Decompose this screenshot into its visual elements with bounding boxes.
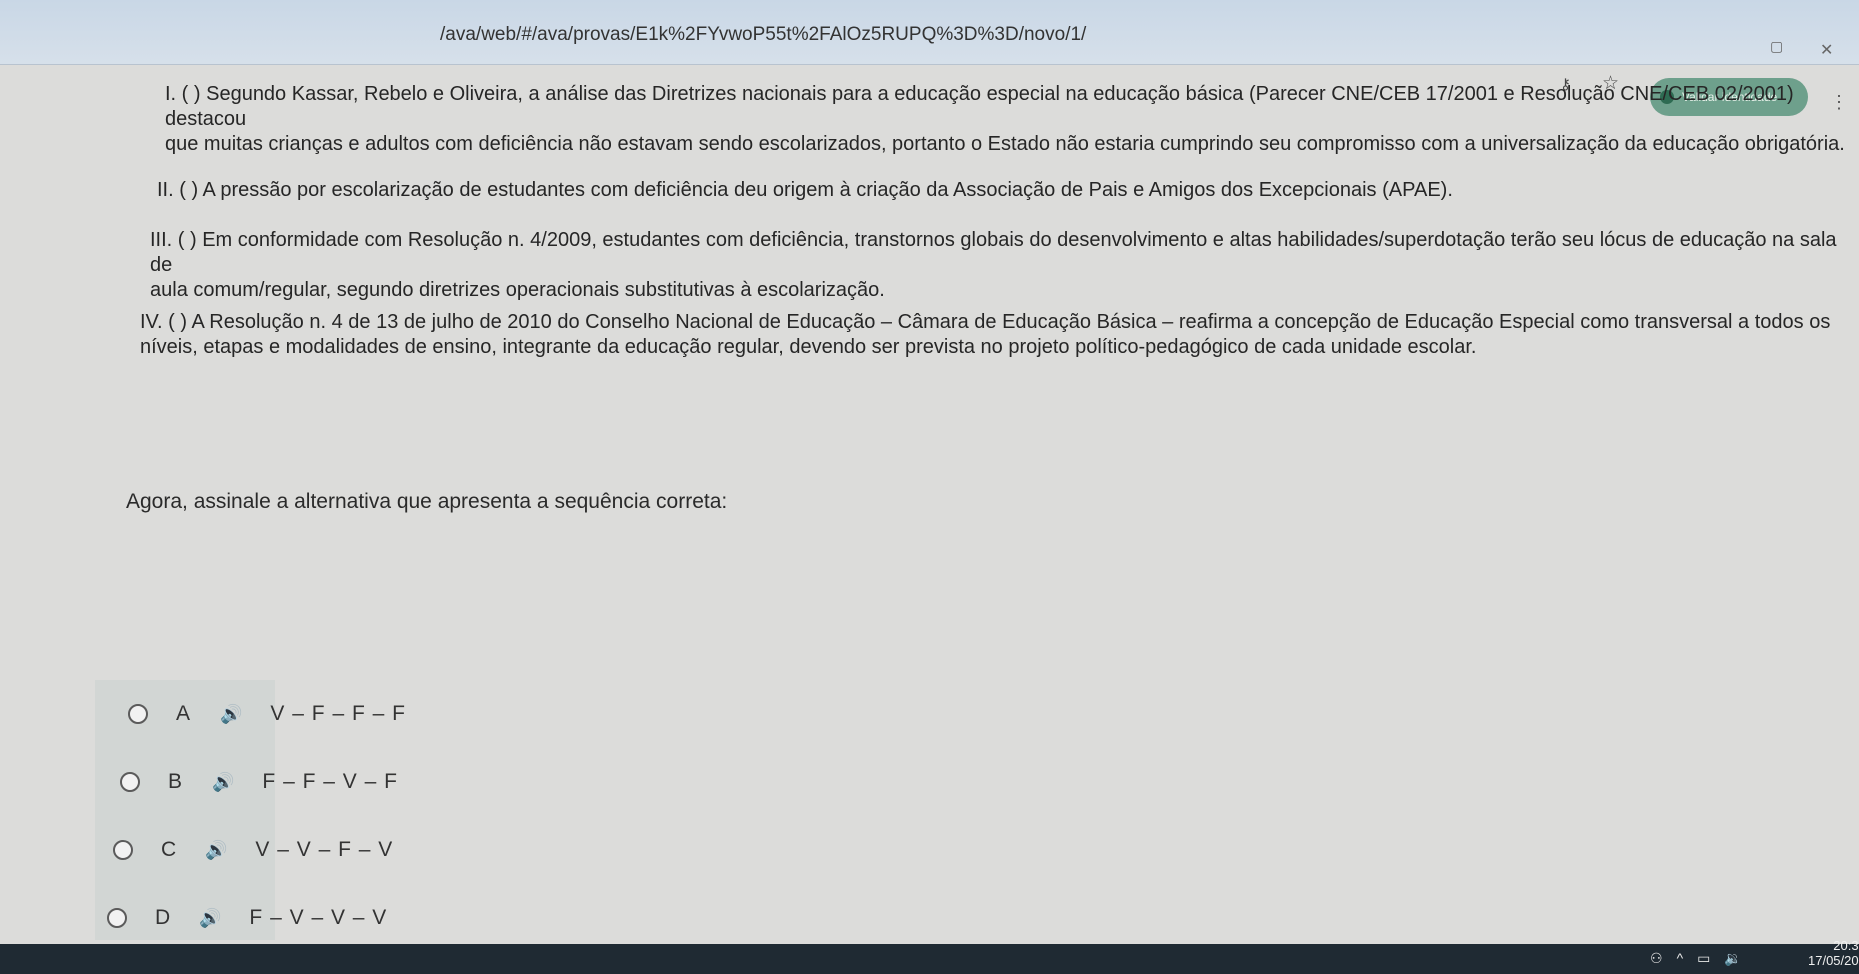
option-text: F – V – V – V [249,906,388,929]
speaker-icon[interactable]: 🔊 [220,704,242,725]
os-taskbar [0,944,1859,974]
radio-button[interactable] [120,772,140,792]
question-item-4: IV. ( ) A Resolução n. 4 de 13 de julho … [140,310,1840,360]
question-text: I. ( ) Segundo Kassar, Rebelo e Oliveira… [165,83,1794,130]
option-a[interactable]: A 🔊 V – F – F – F [128,702,406,726]
option-b[interactable]: B 🔊 F – F – V – F [120,770,398,794]
browser-toolbar: /ava/web/#/ava/provas/E1k%2FYvwoP55t%2FA… [0,0,1859,65]
question-item-2: II. ( ) A pressão por escolarização de e… [157,178,1847,203]
question-text: III. ( ) Em conformidade com Resolução n… [150,229,1837,276]
option-c[interactable]: C 🔊 V – V – F – V [113,838,393,862]
question-text: IV. ( ) A Resolução n. 4 de 13 de julho … [140,311,1831,333]
clock-time: 20:30 [1833,938,1859,953]
taskbar-clock[interactable]: 20:30 17/05/202 [1808,938,1859,968]
option-letter: C [161,838,177,861]
question-text-continued: níveis, etapas e modalidades de ensino, … [140,336,1477,358]
option-letter: B [168,770,183,793]
volume-icon[interactable]: 🔉 [1724,950,1741,967]
radio-button[interactable] [107,908,127,928]
option-d[interactable]: D 🔊 F – V – V – V [107,906,387,930]
option-letter: A [176,702,191,725]
question-text-continued: aula comum/regular, segundo diretrizes o… [150,279,885,301]
speaker-icon[interactable]: 🔊 [205,840,227,861]
system-tray: ⚇ ^ ▭ 🔉 [1650,950,1742,967]
people-icon[interactable]: ⚇ [1650,950,1663,967]
question-text-continued: que muitas crianças e adultos com defici… [165,133,1845,155]
question-item-1: I. ( ) Segundo Kassar, Rebelo e Oliveira… [165,82,1845,157]
option-text: F – F – V – F [262,770,398,793]
question-item-3: III. ( ) Em conformidade com Resolução n… [150,228,1840,303]
clock-date: 17/05/202 [1808,953,1859,968]
radio-button[interactable] [128,704,148,724]
speaker-icon[interactable]: 🔊 [199,908,221,929]
option-letter: D [155,906,171,929]
address-bar-url[interactable]: /ava/web/#/ava/provas/E1k%2FYvwoP55t%2FA… [440,24,1086,46]
chevron-up-icon[interactable]: ^ [1677,950,1684,967]
option-text: V – V – F – V [255,838,394,861]
question-prompt: Agora, assinale a alternativa que aprese… [126,490,728,513]
close-icon[interactable]: ✕ [1820,40,1833,60]
option-text: V – F – F – F [270,702,406,725]
speaker-icon[interactable]: 🔊 [212,772,234,793]
minimize-icon[interactable]: ▢ [1770,38,1783,55]
question-text: II. ( ) A pressão por escolarização de e… [157,179,1453,201]
battery-icon[interactable]: ▭ [1697,950,1710,967]
radio-button[interactable] [113,840,133,860]
